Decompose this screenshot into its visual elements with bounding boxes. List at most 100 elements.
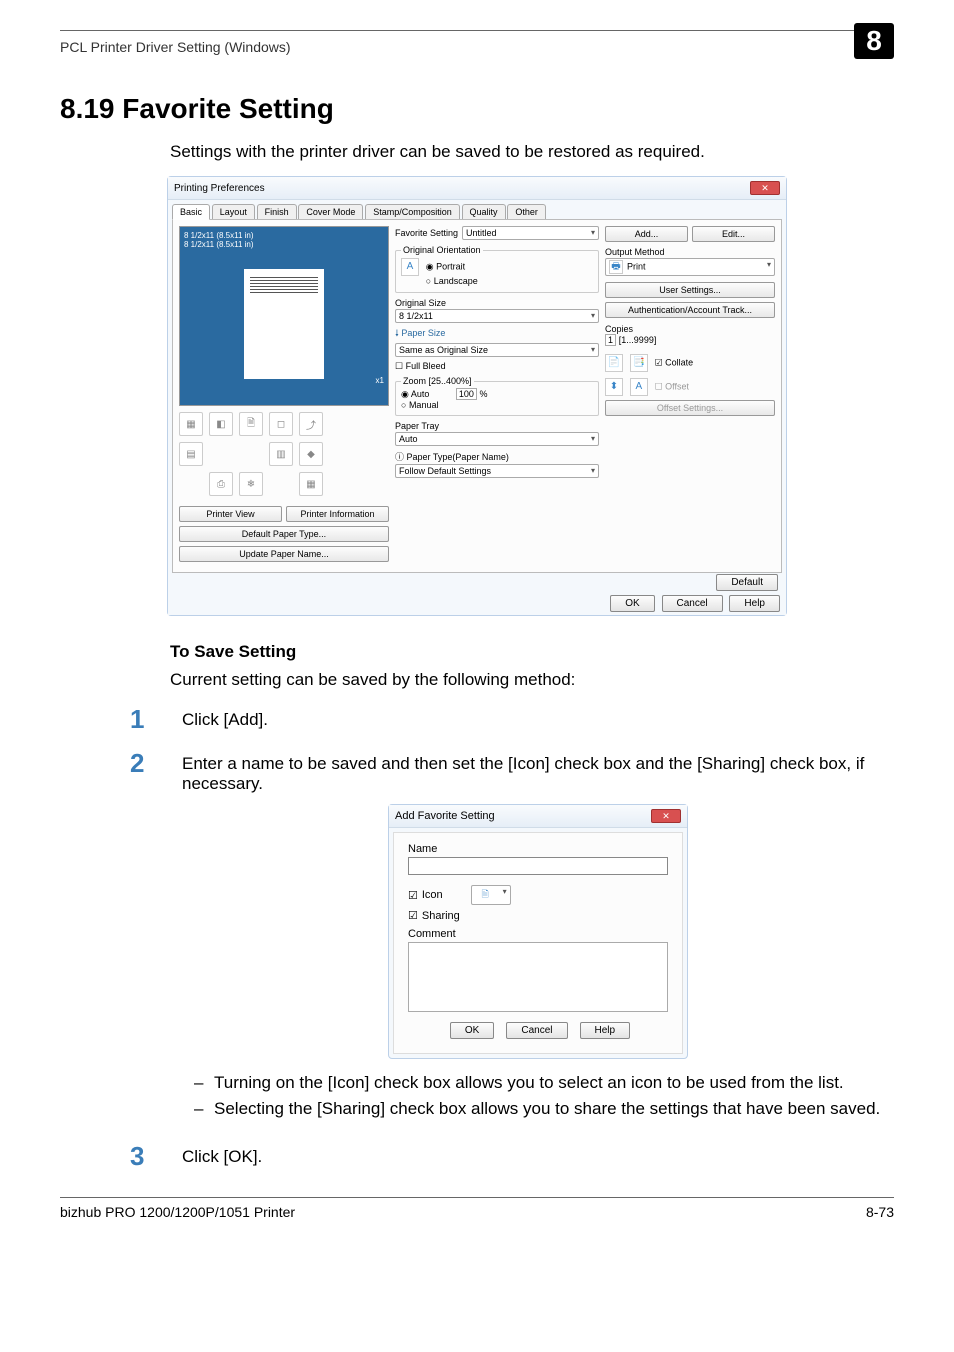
original-size-label: Original Size <box>395 298 599 308</box>
copies-range: [1...9999] <box>619 335 657 345</box>
name-label: Name <box>408 843 437 855</box>
intro-text: Settings with the printer driver can be … <box>170 142 894 162</box>
preview-copies-indicator: x1 <box>376 376 384 385</box>
step-3-text: Click [OK]. <box>182 1143 894 1167</box>
step-number-1: 1 <box>130 706 182 732</box>
help-button[interactable]: Help <box>729 595 780 612</box>
user-settings-button[interactable]: User Settings... <box>605 282 775 298</box>
zoom-percent-label: % <box>479 389 487 399</box>
sharing-checkbox-label: Sharing <box>422 910 460 922</box>
sharing-checkbox[interactable]: ☑ <box>408 909 418 922</box>
preview-icon-8[interactable]: ◆ <box>299 442 323 466</box>
preview-icon-5[interactable]: ⤴ <box>299 412 323 436</box>
landscape-radio[interactable]: ○ Landscape <box>426 276 478 286</box>
step-2-text: Enter a name to be saved and then set th… <box>182 754 894 794</box>
original-size-dropdown[interactable]: 8 1/2x11 <box>395 309 599 323</box>
paper-size-dropdown[interactable]: Same as Original Size <box>395 343 599 357</box>
favorite-setting-dropdown[interactable]: Untitled <box>462 226 599 240</box>
printing-preferences-dialog: Printing Preferences ✕ Basic Layout Fini… <box>167 176 787 616</box>
footer-product: bizhub PRO 1200/1200P/1051 Printer <box>60 1204 295 1220</box>
tab-other[interactable]: Other <box>507 204 546 219</box>
preview-icon-4[interactable]: ◻ <box>269 412 293 436</box>
header-section-title: PCL Printer Driver Setting (Windows) <box>60 39 291 55</box>
preview-icon-11[interactable]: ▦ <box>299 472 323 496</box>
tab-stamp[interactable]: Stamp/Composition <box>365 204 460 219</box>
preview-size-1: 8 1/2x11 (8.5x11 in) <box>184 231 384 240</box>
small-cancel-button[interactable]: Cancel <box>506 1022 567 1039</box>
copies-input[interactable]: 1 <box>605 334 616 346</box>
portrait-radio[interactable]: ◉ Portrait <box>426 262 465 272</box>
collate-icon-2: 📑 <box>630 354 648 372</box>
icon-checkbox[interactable]: ☑ <box>408 889 418 902</box>
page-title: 8.19 Favorite Setting <box>60 93 894 125</box>
preview-icon-2[interactable]: ◧ <box>209 412 233 436</box>
subsection-intro: Current setting can be saved by the foll… <box>170 670 894 690</box>
comment-textarea[interactable] <box>408 942 668 1012</box>
offset-icon-2: A <box>630 378 648 396</box>
step-number-2: 2 <box>130 750 182 776</box>
tab-cover-mode[interactable]: Cover Mode <box>298 204 363 219</box>
tab-quality[interactable]: Quality <box>462 204 506 219</box>
edit-button[interactable]: Edit... <box>692 226 775 242</box>
preview-icon-10[interactable]: ❄ <box>239 472 263 496</box>
auth-account-track-button[interactable]: Authentication/Account Track... <box>605 302 775 318</box>
orientation-icon: A <box>401 258 419 276</box>
tab-layout[interactable]: Layout <box>212 204 255 219</box>
favorite-setting-label: Favorite Setting <box>395 228 458 238</box>
tab-row: Basic Layout Finish Cover Mode Stamp/Com… <box>168 200 786 220</box>
offset-icon: ⬍ <box>605 378 623 396</box>
icon-dropdown[interactable]: 🗎 <box>471 885 511 905</box>
paper-size-label: 🠗 Paper Size <box>395 326 599 342</box>
full-bleed-checkbox[interactable]: ☐ Full Bleed <box>395 361 446 371</box>
tab-finish[interactable]: Finish <box>257 204 297 219</box>
subsection-title: To Save Setting <box>170 642 894 662</box>
output-method-dropdown[interactable]: 🖶Print <box>605 258 775 276</box>
update-paper-name-button[interactable]: Update Paper Name... <box>179 546 389 562</box>
dialog-title: Printing Preferences <box>174 183 265 194</box>
paper-tray-label: Paper Tray <box>395 421 599 431</box>
original-orientation-label: Original Orientation <box>401 245 483 255</box>
ok-button[interactable]: OK <box>610 595 654 612</box>
chapter-number: 8 <box>854 23 894 59</box>
printer-information-button[interactable]: Printer Information <box>286 506 389 522</box>
zoom-value[interactable]: 100 <box>456 388 477 400</box>
preview-icon-3[interactable]: 🗎 <box>239 412 263 436</box>
preview-pane: 8 1/2x11 (8.5x11 in) 8 1/2x11 (8.5x11 in… <box>179 226 389 406</box>
paper-type-label: ⓘ Paper Type(Paper Name) <box>395 450 599 463</box>
offset-checkbox[interactable]: ☐ Offset <box>655 382 689 392</box>
collate-icon: 📄 <box>605 354 623 372</box>
paper-tray-dropdown[interactable]: Auto <box>395 432 599 446</box>
icon-checkbox-label: Icon <box>422 889 443 901</box>
comment-label: Comment <box>408 928 456 940</box>
preview-size-2: 8 1/2x11 (8.5x11 in) <box>184 240 384 249</box>
printer-view-button[interactable]: Printer View <box>179 506 282 522</box>
add-favorite-setting-dialog: Add Favorite Setting ✕ Name ☑ Icon 🗎 ☑ <box>388 804 688 1059</box>
add-button[interactable]: Add... <box>605 226 688 242</box>
default-paper-type-button[interactable]: Default Paper Type... <box>179 526 389 542</box>
step-number-3: 3 <box>130 1143 182 1169</box>
preview-icon-1[interactable]: ▦ <box>179 412 203 436</box>
preview-icon-6[interactable]: ▤ <box>179 442 203 466</box>
offset-settings-button[interactable]: Offset Settings... <box>605 400 775 416</box>
preview-icon-7[interactable]: ▥ <box>269 442 293 466</box>
footer-page-number: 8-73 <box>866 1204 894 1220</box>
tab-basic[interactable]: Basic <box>172 204 210 220</box>
close-button[interactable]: ✕ <box>750 181 780 195</box>
output-method-label: Output Method <box>605 247 775 257</box>
bullet-icon-note: Turning on the [Icon] check box allows y… <box>182 1073 894 1093</box>
paper-type-dropdown[interactable]: Follow Default Settings <box>395 464 599 478</box>
small-help-button[interactable]: Help <box>580 1022 631 1039</box>
collate-checkbox[interactable]: ☑ Collate <box>655 358 694 368</box>
preview-icon-9[interactable]: ⎙ <box>209 472 233 496</box>
small-close-button[interactable]: ✕ <box>651 809 681 823</box>
copies-label: Copies <box>605 324 775 334</box>
name-input[interactable] <box>408 857 668 875</box>
cancel-button[interactable]: Cancel <box>662 595 723 612</box>
default-button[interactable]: Default <box>716 574 778 591</box>
zoom-auto-radio[interactable]: ◉ Auto 100 % <box>401 389 593 400</box>
zoom-manual-radio[interactable]: ○ Manual <box>401 400 593 410</box>
bullet-sharing-note: Selecting the [Sharing] check box allows… <box>182 1099 894 1119</box>
small-ok-button[interactable]: OK <box>450 1022 494 1039</box>
step-1-text: Click [Add]. <box>182 706 894 730</box>
zoom-label: Zoom [25..400%] <box>401 376 474 386</box>
